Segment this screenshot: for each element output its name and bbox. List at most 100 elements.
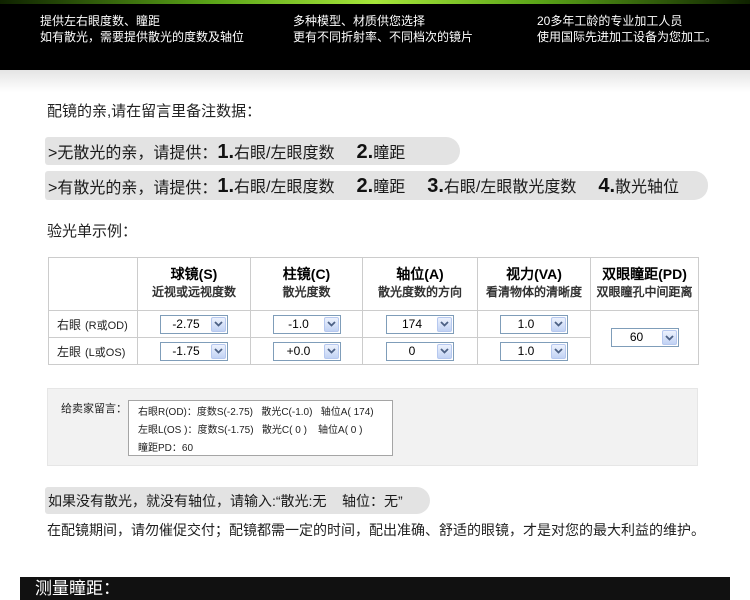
requirement-prefix: >无散光的亲，请提供： (48, 145, 218, 162)
requirement-item: 2. 瞳距 (357, 139, 406, 164)
banner-feature-title: 提供左右眼度数、瞳距 (40, 14, 161, 28)
cell-visual-acuity-left: 1.0 (477, 337, 591, 365)
eye-name: 左眼 (57, 344, 82, 359)
section-title: 测量瞳距： (35, 579, 120, 598)
requirement-number: 1. (217, 140, 235, 163)
select-value: -1.75 (172, 343, 200, 358)
visual-acuity-select-right[interactable]: 1.0 (500, 314, 568, 334)
select-value: -1.0 (288, 316, 309, 331)
column-subtitle: 散光度数的方向 (377, 285, 462, 299)
chevron-down-icon[interactable] (211, 316, 226, 332)
visual-acuity-select-left[interactable]: 1.0 (500, 341, 568, 361)
column-header-axis: 轴位(A) 散光度数的方向 (362, 257, 478, 311)
column-header-visual-acuity: 视力(VA) 看清物体的清晰度 (477, 257, 591, 311)
cell-sphere-left: -1.75 (137, 337, 251, 365)
sphere-select-right[interactable]: -2.75 (160, 314, 228, 334)
seller-message-textarea[interactable]: 右眼R(OD)：度数S(-2.75) 散光C(-1.0) 轴位A( 174) 左… (128, 400, 393, 456)
no-astigmatism-requirements: >无散光的亲，请提供： 1. 右眼/左眼度数 2. 瞳距 (45, 137, 460, 165)
no-astigmatism-tip: 如果没有散光，就没有轴位，请输入:“散光:无 轴位：无” (45, 487, 430, 514)
example-heading: 验光单示例： (47, 223, 138, 240)
chevron-down-icon[interactable] (323, 343, 339, 359)
cell-visual-acuity-right: 1.0 (477, 310, 591, 338)
requirement-label: 右眼/左眼散光度数 (443, 179, 577, 196)
message-line: 瞳距PD：60 (138, 443, 194, 454)
select-value: 60 (629, 330, 644, 344)
banner-shadow (0, 70, 750, 92)
select-value: 1.0 (517, 316, 535, 331)
table-header-row: 球镜(S) 近视或远视度数 柱镜(C) 散光度数 轴位(A) 散光度数的方向 视… (48, 257, 699, 311)
top-banner: 提供左右眼度数、瞳距 如有散光，需要提供散光的度数及轴位 多种模型、材质供您选择… (0, 0, 750, 70)
select-value: 174 (401, 316, 423, 331)
chevron-down-icon[interactable] (551, 343, 566, 359)
column-title: 轴位(A) (396, 266, 444, 282)
requirement-item: 1. 右眼/左眼度数 (217, 139, 334, 164)
intro-heading: 配镜的亲,请在留言里备注数据： (47, 103, 262, 120)
requirement-number: 2. (356, 140, 374, 163)
cell-sphere-right: -2.75 (137, 310, 251, 338)
axis-select-right[interactable]: 174 (386, 314, 454, 334)
select-value: 0 (408, 343, 416, 358)
cylinder-select-left[interactable]: +0.0 (272, 341, 341, 361)
column-header-sphere: 球镜(S) 近视或远视度数 (137, 257, 251, 311)
pupil-distance-select[interactable]: 60 (610, 328, 679, 347)
astigmatism-requirements: >有散光的亲，请提供： 1. 右眼/左眼度数 2. 瞳距 3. 右眼/左眼散光度… (45, 171, 708, 200)
column-title: 柱镜(C) (282, 266, 331, 282)
requirement-item: 2. 瞳距 (357, 173, 406, 198)
sphere-select-left[interactable]: -1.75 (160, 341, 228, 361)
banner-feature-text: 更有不同折射率、不同档次的镜片 (293, 30, 474, 44)
chevron-down-icon[interactable] (323, 316, 339, 332)
axis-select-left[interactable]: 0 (386, 341, 454, 361)
banner-feature-materials: 多种模型、材质供您选择 更有不同折射率、不同档次的镜片 (293, 13, 473, 45)
message-line: 右眼R(OD)：度数S(-2.75) 散光C(-1.0) 轴位A( 174) (138, 407, 374, 418)
cell-pupil-distance: 60 (590, 310, 699, 365)
column-header-pupil-distance: 双眼瞳距(PD) 双眼瞳孔中间距离 (590, 257, 699, 311)
requirement-prefix: >有散光的亲，请提供： (48, 179, 218, 197)
requirement-label: 瞳距 (373, 144, 406, 162)
select-value: +0.0 (286, 343, 311, 358)
cell-axis-left: 0 (362, 337, 478, 365)
cylinder-select-right[interactable]: -1.0 (272, 314, 341, 334)
column-subtitle: 近视或远视度数 (151, 285, 236, 299)
message-line: 左眼L(OS )：度数S(-1.75) 散光C( 0 ) 轴位A( 0 ) (138, 425, 363, 436)
banner-accent-line (0, 0, 750, 4)
row-label-right-eye: 右眼 (R或OD) (48, 310, 138, 338)
column-subtitle: 双眼瞳孔中间距离 (596, 285, 693, 299)
banner-feature-text: 如有散光，需要提供散光的度数及轴位 (40, 30, 245, 44)
banner-feature-experience: 20多年工龄的专业加工人员 使用国际先进加工设备为您加工。 (537, 13, 717, 45)
requirement-item: 3. 右眼/左眼散光度数 (427, 173, 576, 198)
chevron-down-icon[interactable] (551, 316, 566, 332)
requirement-number: 3. (427, 175, 444, 197)
delivery-notice: 在配镜期间，请勿催促交付；配镜都需一定的时间，配出准确、舒适的眼镜，才是对您的最… (47, 522, 705, 538)
chevron-down-icon[interactable] (661, 330, 677, 345)
row-label-left-eye: 左眼 (L或OS) (48, 337, 138, 365)
select-value: 1.0 (517, 343, 535, 358)
column-subtitle: 散光度数 (282, 285, 331, 299)
cell-axis-right: 174 (362, 310, 478, 338)
column-title: 双眼瞳距(PD) (602, 266, 687, 282)
eye-code: (R或OD) (85, 319, 128, 332)
banner-feature-prescription: 提供左右眼度数、瞳距 如有散光，需要提供散光的度数及轴位 (40, 13, 244, 45)
eye-name: 右眼 (57, 317, 82, 332)
requirement-item: 4. 散光轴位 (598, 173, 679, 198)
column-title: 球镜(S) (170, 266, 218, 282)
seller-message-panel: 给卖家留言： 右眼R(OD)：度数S(-2.75) 散光C(-1.0) 轴位A(… (47, 388, 698, 466)
chevron-down-icon[interactable] (437, 343, 452, 359)
requirement-label: 右眼/左眼度数 (234, 144, 335, 162)
requirement-number: 1. (217, 175, 235, 197)
column-title: 视力(VA) (506, 266, 562, 282)
column-header-cylinder: 柱镜(C) 散光度数 (250, 257, 363, 311)
chevron-down-icon[interactable] (211, 343, 226, 359)
requirement-item: 1. 右眼/左眼度数 (217, 173, 334, 198)
requirement-number: 2. (356, 175, 374, 197)
cell-cylinder-right: -1.0 (250, 310, 363, 338)
prescription-example-table: 球镜(S) 近视或远视度数 柱镜(C) 散光度数 轴位(A) 散光度数的方向 视… (48, 257, 699, 365)
select-value: -2.75 (172, 316, 200, 331)
seller-message-label: 给卖家留言： (61, 403, 127, 415)
section-header-bar: 测量瞳距： (20, 577, 730, 600)
banner-feature-text: 使用国际先进加工设备为您加工。 (537, 30, 718, 44)
chevron-down-icon[interactable] (437, 316, 452, 332)
requirement-label: 散光轴位 (615, 179, 680, 196)
requirement-label: 瞳距 (373, 179, 406, 196)
eye-code: (L或OS) (85, 346, 126, 359)
requirement-label: 右眼/左眼度数 (234, 179, 335, 196)
